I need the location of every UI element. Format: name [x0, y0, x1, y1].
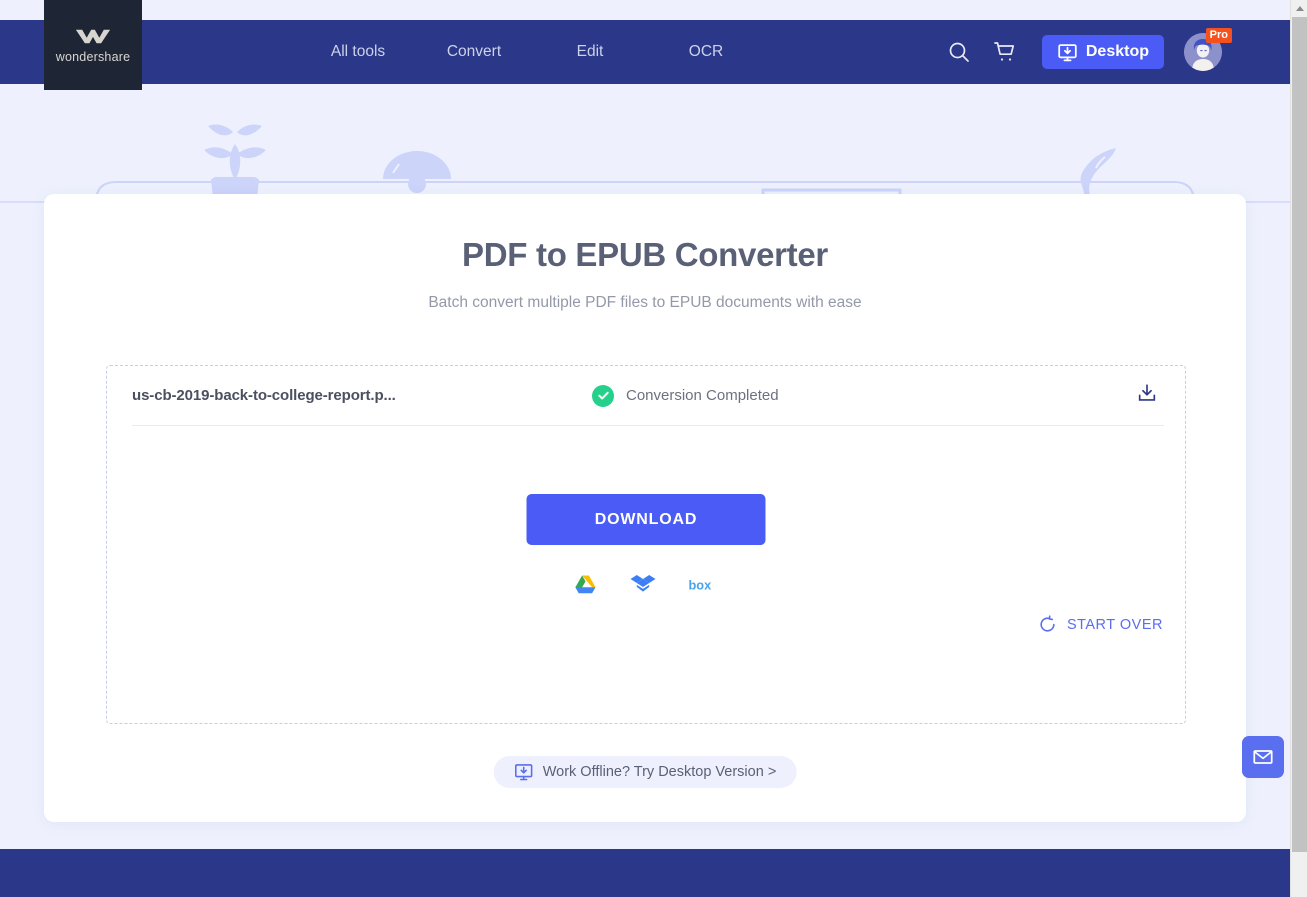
desktop-button-label: Desktop	[1085, 43, 1149, 60]
file-row: us-cb-2019-back-to-college-report.p... C…	[132, 366, 1164, 426]
pro-badge: Pro	[1205, 28, 1232, 43]
google-drive-icon[interactable]	[574, 574, 598, 596]
file-name: us-cb-2019-back-to-college-report.p...	[132, 387, 396, 404]
start-over-button[interactable]: START OVER	[1038, 615, 1163, 634]
check-circle-icon	[592, 384, 614, 407]
nav-link-ocr[interactable]: OCR	[648, 35, 764, 69]
page-title: PDF to EPUB Converter	[462, 236, 828, 273]
start-over-label: START OVER	[1066, 616, 1163, 633]
top-navigation-bar: All tools Convert Edit OCR Desktop Pro	[0, 20, 1290, 84]
browser-viewport: All tools Convert Edit OCR Desktop Pro w…	[0, 0, 1307, 897]
mail-icon[interactable]	[1242, 736, 1284, 778]
file-status: Conversion Completed	[592, 384, 779, 407]
vertical-scrollbar[interactable]	[1290, 0, 1307, 897]
scrollbar-thumb[interactable]	[1292, 17, 1307, 852]
avatar[interactable]: Pro	[1184, 28, 1232, 71]
wondershare-logo-icon	[75, 29, 111, 43]
nav-link-edit[interactable]: Edit	[532, 35, 648, 69]
download-button[interactable]: DOWNLOAD	[526, 494, 766, 545]
nav-link-all-tools[interactable]: All tools	[300, 35, 416, 69]
wondershare-logo[interactable]: wondershare	[44, 0, 142, 90]
row-download-icon[interactable]	[1136, 382, 1158, 409]
refresh-icon	[1040, 615, 1055, 632]
cloud-save-targets: box	[574, 574, 719, 596]
desktop-download-icon	[514, 764, 533, 781]
conversion-dropzone[interactable]: us-cb-2019-back-to-college-report.p... C…	[106, 365, 1186, 724]
desktop-download-icon	[1058, 43, 1077, 61]
dropbox-icon[interactable]	[630, 574, 656, 596]
search-icon[interactable]	[936, 32, 982, 72]
main-card: PDF to EPUB Converter Batch convert mult…	[44, 194, 1246, 822]
page-subtitle: Batch convert multiple PDF files to EPUB…	[428, 294, 862, 311]
work-offline-label: Work Offline? Try Desktop Version >	[542, 764, 777, 780]
scroll-up-arrow-icon[interactable]	[1291, 0, 1307, 17]
svg-text:box: box	[689, 578, 712, 593]
nav-link-convert[interactable]: Convert	[416, 35, 532, 69]
cart-icon[interactable]	[982, 32, 1028, 72]
nav-links: All tools Convert Edit OCR	[300, 35, 764, 69]
desktop-download-button[interactable]: Desktop	[1041, 35, 1164, 69]
box-icon[interactable]: box	[689, 576, 719, 594]
status-text: Conversion Completed	[626, 387, 779, 404]
work-offline-button[interactable]: Work Offline? Try Desktop Version >	[493, 756, 797, 788]
wondershare-label: wondershare	[55, 49, 131, 64]
page-footer	[0, 849, 1290, 897]
nav-right-group: Desktop Pro	[936, 28, 1232, 72]
